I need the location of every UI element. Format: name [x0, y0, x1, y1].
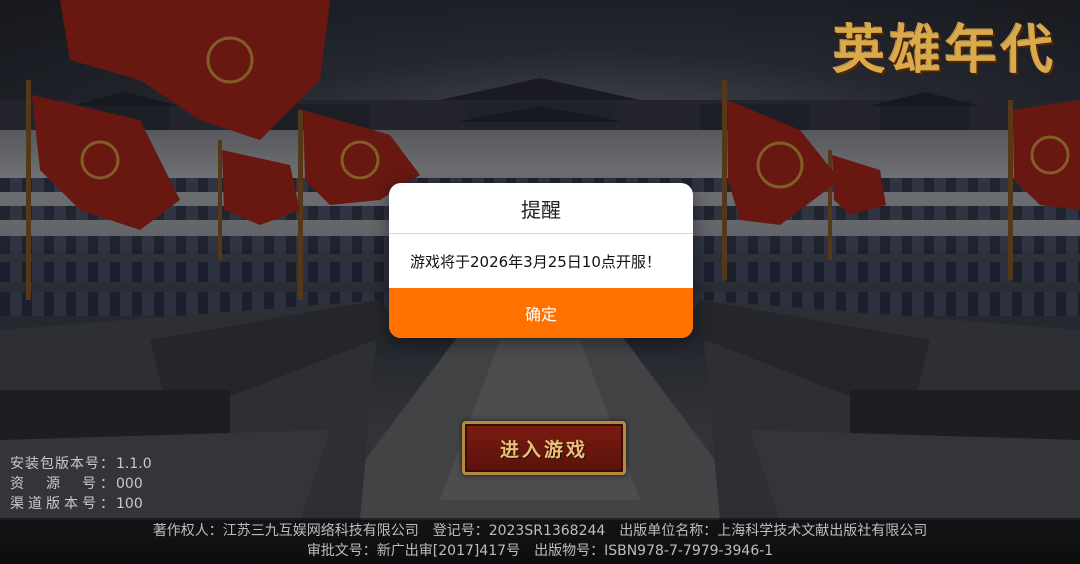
dialog-message: 游戏将于2026年3月25日10点开服！ — [410, 252, 661, 271]
game-launch-screen: 英雄年代 进入游戏 安装包版本号： 1.1.0 资 源 号： 000 渠道版本号… — [0, 0, 1080, 564]
reminder-dialog: 提醒 游戏将于2026年3月25日10点开服！ 确定 — [389, 183, 693, 338]
version-value: 000 — [116, 476, 143, 492]
copyright-footer: 著作权人：江苏三九互娱网络科技有限公司 登记号：2023SR1368244 出版… — [0, 518, 1080, 564]
copyright-line: 著作权人：江苏三九互娱网络科技有限公司 登记号：2023SR1368244 出版… — [152, 523, 928, 539]
version-key: 渠道版本号： — [10, 496, 114, 512]
version-row-package: 安装包版本号： 1.1.0 — [10, 454, 152, 474]
confirm-button[interactable]: 确定 — [389, 288, 693, 338]
dialog-title: 提醒 — [389, 183, 693, 234]
approval-line: 审批文号：新广出审[2017]417号 出版物号：ISBN978-7-7979-… — [306, 543, 774, 559]
enter-game-button[interactable]: 进入游戏 — [462, 421, 626, 475]
version-info: 安装包版本号： 1.1.0 资 源 号： 000 渠道版本号： 100 — [10, 454, 152, 514]
version-row-resource: 资 源 号： 000 — [10, 474, 152, 494]
version-row-channel: 渠道版本号： 100 — [10, 494, 152, 514]
game-logo: 英雄年代 — [832, 19, 1057, 81]
version-value: 1.1.0 — [116, 456, 152, 472]
version-value: 100 — [116, 496, 143, 512]
version-key: 安装包版本号： — [10, 456, 114, 472]
version-key: 资 源 号： — [10, 476, 114, 492]
